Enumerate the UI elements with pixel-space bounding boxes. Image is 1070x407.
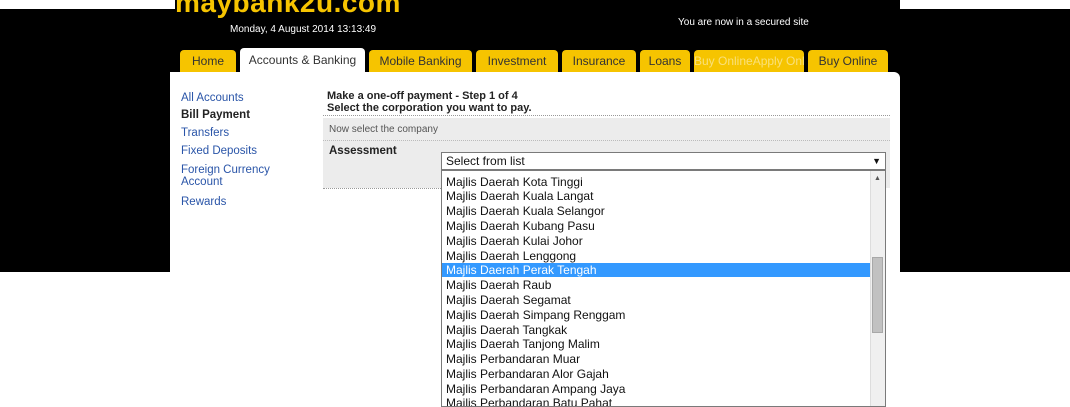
dropdown-arrow-icon[interactable]: ▼ <box>872 153 881 169</box>
dropdown-option[interactable]: Majlis Perbandaran Batu Pahat <box>442 396 872 406</box>
scroll-thumb[interactable] <box>872 257 883 333</box>
header-bg-left <box>0 9 175 272</box>
tab-mobile-banking[interactable]: Mobile Banking <box>369 50 472 72</box>
divider <box>323 140 890 141</box>
date-time: Monday, 4 August 2014 13:13:49 <box>230 24 377 35</box>
tab-buy-online[interactable]: Buy Online <box>808 50 888 72</box>
dropdown-option[interactable]: Majlis Daerah Kuala Selangor <box>442 204 872 218</box>
dropdown-option[interactable]: Majlis Daerah Raub <box>442 278 872 292</box>
sidebar-item-all-accounts[interactable]: All Accounts <box>181 92 244 105</box>
dropdown-option[interactable]: Majlis Daerah Segamat <box>442 293 872 307</box>
scrollbar[interactable]: ▲ <box>870 171 885 406</box>
dropdown-option[interactable]: Majlis Perbandaran Muar <box>442 352 872 366</box>
site-logo[interactable]: maybank2u.com <box>175 0 401 18</box>
dropdown-option[interactable]: Majlis Daerah Kota Tinggi <box>442 175 872 189</box>
header-bg-right <box>900 9 1070 272</box>
sidebar-item-fixed-deposits[interactable]: Fixed Deposits <box>181 145 257 158</box>
dropdown-option[interactable]: Majlis Perbandaran Ampang Jaya <box>442 382 872 396</box>
company-select[interactable]: Select from list ▼ <box>441 152 886 170</box>
dropdown-option[interactable]: Majlis Daerah Kulai Johor <box>442 234 872 248</box>
select-value: Select from list <box>446 154 525 168</box>
tab-loans[interactable]: Loans <box>640 50 690 72</box>
company-dropdown-list[interactable]: Majlis Daerah Kota Tinggi Majlis Daerah … <box>441 170 886 407</box>
tab-insurance[interactable]: Insurance <box>562 50 636 72</box>
page-subtitle: Select the corporation you want to pay. <box>327 102 532 114</box>
tab-investment[interactable]: Investment <box>476 50 558 72</box>
assessment-label: Assessment <box>329 145 397 157</box>
dropdown-option[interactable]: Majlis Daerah Kubang Pasu <box>442 219 872 233</box>
tab-buy-online-apply-online[interactable]: Buy OnlineApply Online <box>694 50 804 72</box>
scroll-up-arrow-icon[interactable]: ▲ <box>870 171 885 186</box>
dropdown-option[interactable]: Majlis Perbandaran Alor Gajah <box>442 367 872 381</box>
sidebar-item-foreign-currency-account[interactable]: Account <box>181 176 223 189</box>
dropdown-option[interactable]: Majlis Daerah Lenggong <box>442 249 872 263</box>
page-title: Make a one-off payment - Step 1 of 4 <box>327 90 518 102</box>
sidebar-item-transfers[interactable]: Transfers <box>181 127 229 140</box>
sidebar-item-rewards[interactable]: Rewards <box>181 196 226 209</box>
tab-home[interactable]: Home <box>180 50 236 72</box>
dropdown-option-selected[interactable]: Majlis Daerah Perak Tengah <box>442 263 872 277</box>
secured-notice: You are now in a secured site <box>678 17 809 28</box>
dropdown-option[interactable]: Majlis Daerah Tanjong Malim <box>442 337 872 351</box>
divider <box>323 188 441 189</box>
sidebar-item-bill-payment[interactable]: Bill Payment <box>181 109 250 122</box>
divider <box>323 115 890 116</box>
dropdown-option[interactable]: Majlis Daerah Tangkak <box>442 323 872 337</box>
tab-accounts-banking[interactable]: Accounts & Banking <box>240 48 365 72</box>
dropdown-option[interactable]: Majlis Daerah Kuala Langat <box>442 189 872 203</box>
instruction-text: Now select the company <box>329 124 438 135</box>
dropdown-option[interactable]: Majlis Daerah Simpang Renggam <box>442 308 872 322</box>
